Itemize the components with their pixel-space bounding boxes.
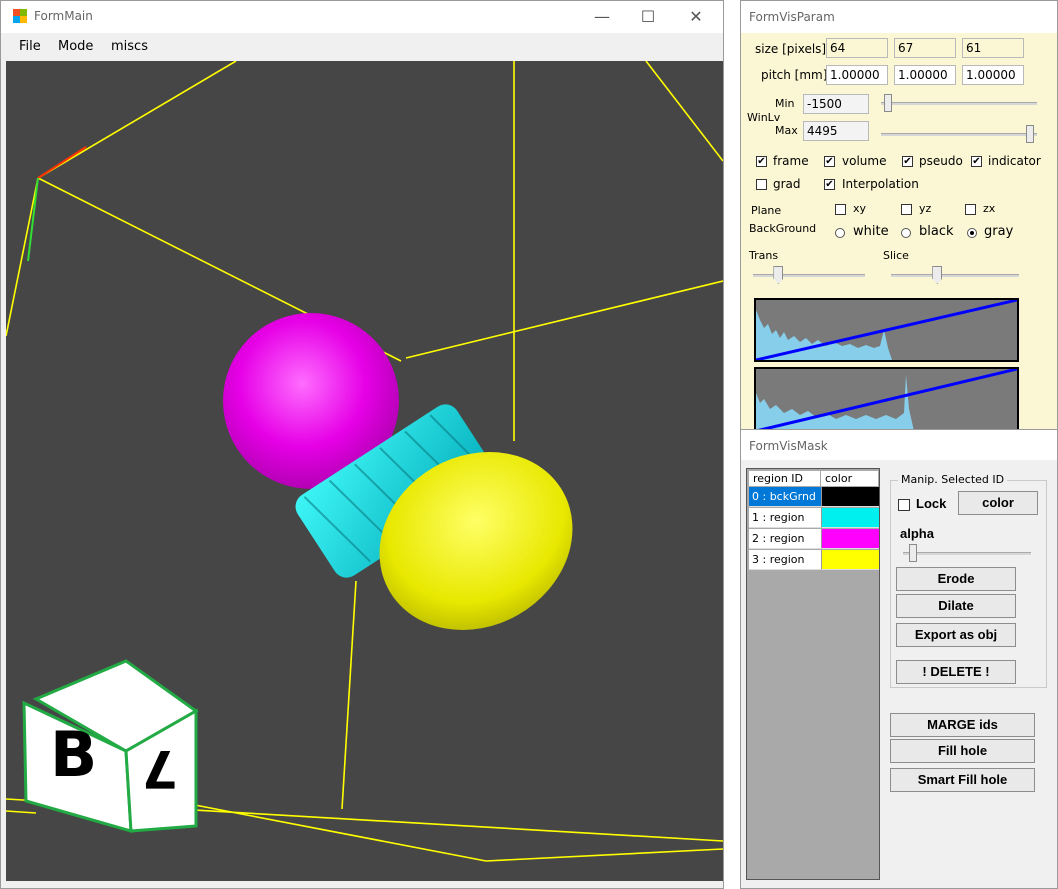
trans-label: Trans bbox=[749, 249, 779, 262]
marge-ids-button[interactable]: MARGE ids bbox=[890, 713, 1035, 737]
form-main-titlebar[interactable]: FormMain — ☐ ✕ bbox=[1, 1, 723, 33]
volume-label: volume bbox=[842, 154, 887, 168]
histogram-transfer-2[interactable] bbox=[754, 367, 1019, 431]
min-label: Min bbox=[775, 97, 795, 110]
minimize-button[interactable]: — bbox=[579, 5, 625, 29]
pseudo-checkbox[interactable]: ✔ bbox=[902, 156, 913, 167]
menu-mode[interactable]: Mode bbox=[58, 39, 93, 54]
bg-black-radio[interactable] bbox=[901, 228, 911, 238]
max-label: Max bbox=[775, 124, 798, 137]
pitch-z-field[interactable]: 1.00000 bbox=[962, 65, 1024, 85]
size-x-field[interactable]: 64 bbox=[826, 38, 888, 58]
interpolation-label: Interpolation bbox=[842, 177, 919, 191]
size-label: size [pixels] bbox=[755, 42, 827, 56]
region-color-swatch[interactable] bbox=[821, 508, 879, 528]
lock-label: Lock bbox=[916, 496, 947, 511]
app-icon bbox=[13, 9, 27, 23]
slice-slider-track[interactable] bbox=[891, 274, 1019, 277]
pitch-y-field[interactable]: 1.00000 bbox=[894, 65, 956, 85]
volume-render[interactable]: B 7 bbox=[6, 61, 723, 881]
trans-slider-track[interactable] bbox=[753, 274, 865, 277]
alpha-slider-track[interactable] bbox=[903, 552, 1031, 555]
region-row-label[interactable]: 1 : region bbox=[749, 508, 821, 528]
region-row-label[interactable]: 3 : region bbox=[749, 550, 821, 570]
plane-yz-checkbox[interactable] bbox=[901, 204, 912, 215]
grad-checkbox[interactable] bbox=[756, 179, 767, 190]
header-color[interactable]: color bbox=[821, 471, 879, 487]
alpha-label: alpha bbox=[900, 526, 934, 541]
plane-zx-label: zx bbox=[983, 202, 996, 215]
pitch-label: pitch [mm] bbox=[761, 68, 828, 82]
header-region-id[interactable]: region ID bbox=[749, 471, 821, 487]
manip-group-label: Manip. Selected ID bbox=[898, 473, 1008, 486]
fill-hole-button[interactable]: Fill hole bbox=[890, 739, 1035, 763]
frame-checkbox[interactable]: ✔ bbox=[756, 156, 767, 167]
bg-gray-radio[interactable] bbox=[967, 228, 977, 238]
cube-front-letter: B bbox=[50, 718, 97, 791]
slice-slider-thumb[interactable] bbox=[932, 266, 943, 284]
form-main-window: FormMain — ☐ ✕ File Mode miscs B 7 bbox=[0, 0, 724, 889]
bg-gray-label: gray bbox=[984, 224, 1014, 239]
grad-label: grad bbox=[773, 177, 801, 191]
menu-bar: File Mode miscs bbox=[1, 33, 723, 61]
export-obj-button[interactable]: Export as obj bbox=[896, 623, 1016, 647]
pseudo-label: pseudo bbox=[919, 154, 963, 168]
indicator-checkbox[interactable]: ✔ bbox=[971, 156, 982, 167]
slice-label: Slice bbox=[883, 249, 909, 262]
trans-slider-thumb[interactable] bbox=[773, 266, 784, 284]
winlv-label: WinLv bbox=[747, 111, 781, 124]
histogram-transfer-1[interactable] bbox=[754, 298, 1019, 362]
window-title: FormVisParam bbox=[749, 10, 835, 24]
plane-xy-checkbox[interactable] bbox=[835, 204, 846, 215]
window-title: FormMain bbox=[34, 9, 93, 23]
bg-black-label: black bbox=[919, 224, 954, 239]
size-z-field[interactable]: 61 bbox=[962, 38, 1024, 58]
plane-yz-label: yz bbox=[919, 202, 932, 215]
indicator-label: indicator bbox=[988, 154, 1041, 168]
form-vis-mask-window: FormVisMask region ID color 0 : bckGrnd 1… bbox=[740, 429, 1058, 889]
region-table[interactable]: region ID color 0 : bckGrnd 1 : region 2 :… bbox=[746, 468, 880, 880]
form-vis-mask-titlebar[interactable]: FormVisMask bbox=[741, 430, 1057, 460]
background-label: BackGround bbox=[749, 222, 817, 235]
lock-checkbox[interactable] bbox=[898, 499, 910, 511]
max-slider-thumb[interactable] bbox=[1026, 125, 1035, 143]
alpha-slider-thumb[interactable] bbox=[909, 544, 917, 562]
smart-fill-hole-button[interactable]: Smart Fill hole bbox=[890, 768, 1035, 792]
region-color-swatch[interactable] bbox=[821, 550, 879, 570]
orientation-cube[interactable]: B 7 bbox=[22, 659, 199, 834]
bg-white-radio[interactable] bbox=[835, 228, 845, 238]
pitch-x-field[interactable]: 1.00000 bbox=[826, 65, 888, 85]
form-vis-param-window: FormVisParam size [pixels] 64 67 61 pitc… bbox=[740, 0, 1058, 432]
bg-white-label: white bbox=[853, 224, 889, 239]
region-color-swatch[interactable] bbox=[821, 529, 879, 549]
delete-button[interactable]: ! DELETE ! bbox=[896, 660, 1016, 684]
color-button[interactable]: color bbox=[958, 491, 1038, 515]
volume-checkbox[interactable]: ✔ bbox=[824, 156, 835, 167]
max-slider-track[interactable] bbox=[881, 133, 1037, 136]
maximize-button[interactable]: ☐ bbox=[625, 5, 671, 29]
erode-button[interactable]: Erode bbox=[896, 567, 1016, 591]
cube-right-letter: 7 bbox=[142, 738, 178, 798]
3d-viewport[interactable]: B 7 bbox=[6, 61, 723, 881]
frame-label: frame bbox=[773, 154, 809, 168]
menu-file[interactable]: File bbox=[19, 39, 41, 54]
size-y-field[interactable]: 67 bbox=[894, 38, 956, 58]
window-title: FormVisMask bbox=[749, 439, 828, 453]
region-row-label[interactable]: 2 : region bbox=[749, 529, 821, 549]
min-value-field[interactable]: -1500 bbox=[803, 94, 869, 114]
plane-zx-checkbox[interactable] bbox=[965, 204, 976, 215]
min-slider-track[interactable] bbox=[881, 102, 1037, 105]
interpolation-checkbox[interactable]: ✔ bbox=[824, 179, 835, 190]
plane-label: Plane bbox=[751, 204, 782, 217]
region-color-swatch[interactable] bbox=[821, 487, 879, 507]
menu-miscs[interactable]: miscs bbox=[111, 39, 148, 54]
close-button[interactable]: ✕ bbox=[673, 5, 719, 29]
dilate-button[interactable]: Dilate bbox=[896, 594, 1016, 618]
form-vis-param-titlebar[interactable]: FormVisParam bbox=[741, 1, 1057, 33]
plane-xy-label: xy bbox=[853, 202, 867, 215]
min-slider-thumb[interactable] bbox=[883, 94, 892, 112]
region-row-label[interactable]: 0 : bckGrnd bbox=[749, 487, 821, 507]
max-value-field[interactable]: 4495 bbox=[803, 121, 869, 141]
